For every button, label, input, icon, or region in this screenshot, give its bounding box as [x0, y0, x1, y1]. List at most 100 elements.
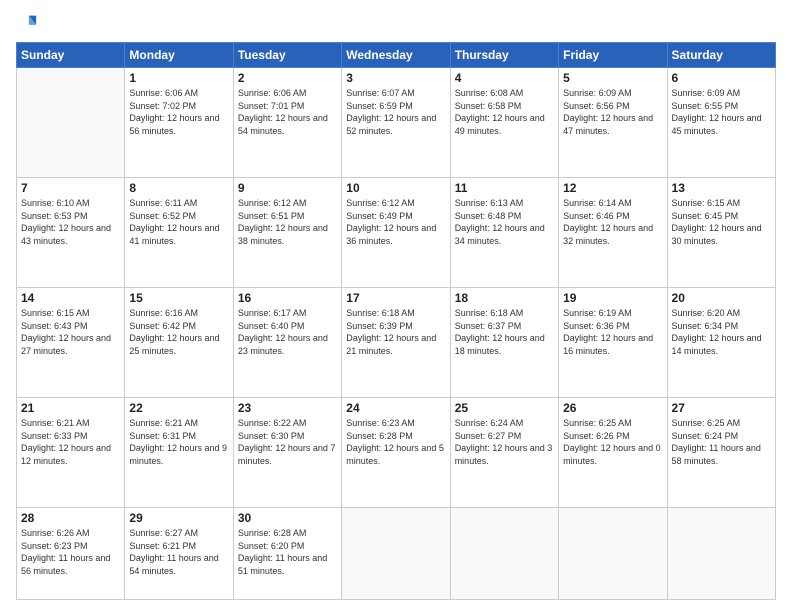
day-number: 1: [129, 71, 228, 85]
calendar-cell: 30 Sunrise: 6:28 AMSunset: 6:20 PMDayligh…: [233, 508, 341, 600]
day-number: 19: [563, 291, 662, 305]
calendar-week-row: 1 Sunrise: 6:06 AMSunset: 7:02 PMDaylight…: [17, 68, 776, 178]
day-info: Sunrise: 6:10 AMSunset: 6:53 PMDaylight:…: [21, 197, 120, 247]
day-info: Sunrise: 6:12 AMSunset: 6:51 PMDaylight:…: [238, 197, 337, 247]
day-info: Sunrise: 6:06 AMSunset: 7:02 PMDaylight:…: [129, 87, 228, 137]
calendar-cell: [667, 508, 775, 600]
day-info: Sunrise: 6:06 AMSunset: 7:01 PMDaylight:…: [238, 87, 337, 137]
day-number: 21: [21, 401, 120, 415]
day-info: Sunrise: 6:20 AMSunset: 6:34 PMDaylight:…: [672, 307, 771, 357]
day-number: 26: [563, 401, 662, 415]
weekday-header: Saturday: [667, 43, 775, 68]
calendar-table: SundayMondayTuesdayWednesdayThursdayFrid…: [16, 42, 776, 600]
calendar-cell: 5 Sunrise: 6:09 AMSunset: 6:56 PMDaylight…: [559, 68, 667, 178]
day-info: Sunrise: 6:22 AMSunset: 6:30 PMDaylight:…: [238, 417, 337, 467]
calendar-cell: 4Sunrise: 6:08 AMSunset: 6:58 PMDaylight…: [450, 68, 558, 178]
day-info: Sunrise: 6:28 AMSunset: 6:20 PMDaylight:…: [238, 527, 337, 577]
calendar-cell: 1 Sunrise: 6:06 AMSunset: 7:02 PMDaylight…: [125, 68, 233, 178]
day-info: Sunrise: 6:15 AMSunset: 6:45 PMDaylight:…: [672, 197, 771, 247]
weekday-header: Thursday: [450, 43, 558, 68]
calendar-cell: 14 Sunrise: 6:15 AMSunset: 6:43 PMDayligh…: [17, 288, 125, 398]
day-info: Sunrise: 6:21 AMSunset: 6:31 PMDaylight:…: [129, 417, 228, 467]
day-info: Sunrise: 6:14 AMSunset: 6:46 PMDaylight:…: [563, 197, 662, 247]
weekday-header: Tuesday: [233, 43, 341, 68]
day-number: 9: [238, 181, 337, 195]
day-number: 6: [672, 71, 771, 85]
calendar-week-row: 14 Sunrise: 6:15 AMSunset: 6:43 PMDayligh…: [17, 288, 776, 398]
day-info: Sunrise: 6:09 AMSunset: 6:55 PMDaylight:…: [672, 87, 771, 137]
day-info: Sunrise: 6:24 AMSunset: 6:27 PMDaylight:…: [455, 417, 554, 467]
day-number: 28: [21, 511, 120, 525]
day-number: 22: [129, 401, 228, 415]
day-info: Sunrise: 6:07 AMSunset: 6:59 PMDaylight:…: [346, 87, 445, 137]
calendar-cell: 11 Sunrise: 6:13 AMSunset: 6:48 PMDayligh…: [450, 178, 558, 288]
day-info: Sunrise: 6:12 AMSunset: 6:49 PMDaylight:…: [346, 197, 445, 247]
day-info: Sunrise: 6:25 AMSunset: 6:24 PMDaylight:…: [672, 417, 771, 467]
calendar-cell: 20 Sunrise: 6:20 AMSunset: 6:34 PMDayligh…: [667, 288, 775, 398]
calendar-cell: 28 Sunrise: 6:26 AMSunset: 6:23 PMDayligh…: [17, 508, 125, 600]
day-number: 3: [346, 71, 445, 85]
calendar-cell: 19 Sunrise: 6:19 AMSunset: 6:36 PMDayligh…: [559, 288, 667, 398]
day-info: Sunrise: 6:11 AMSunset: 6:52 PMDaylight:…: [129, 197, 228, 247]
day-number: 5: [563, 71, 662, 85]
calendar-cell: 16 Sunrise: 6:17 AMSunset: 6:40 PMDayligh…: [233, 288, 341, 398]
calendar-cell: 9 Sunrise: 6:12 AMSunset: 6:51 PMDaylight…: [233, 178, 341, 288]
day-info: Sunrise: 6:09 AMSunset: 6:56 PMDaylight:…: [563, 87, 662, 137]
weekday-header: Friday: [559, 43, 667, 68]
day-info: Sunrise: 6:15 AMSunset: 6:43 PMDaylight:…: [21, 307, 120, 357]
day-number: 11: [455, 181, 554, 195]
weekday-header: Wednesday: [342, 43, 450, 68]
day-number: 27: [672, 401, 771, 415]
day-info: Sunrise: 6:23 AMSunset: 6:28 PMDaylight:…: [346, 417, 445, 467]
day-info: Sunrise: 6:26 AMSunset: 6:23 PMDaylight:…: [21, 527, 120, 577]
calendar-cell: 25 Sunrise: 6:24 AMSunset: 6:27 PMDayligh…: [450, 398, 558, 508]
calendar-cell: 21 Sunrise: 6:21 AMSunset: 6:33 PMDayligh…: [17, 398, 125, 508]
day-number: 7: [21, 181, 120, 195]
calendar-cell: 27 Sunrise: 6:25 AMSunset: 6:24 PMDayligh…: [667, 398, 775, 508]
calendar-week-row: 28 Sunrise: 6:26 AMSunset: 6:23 PMDayligh…: [17, 508, 776, 600]
day-info: Sunrise: 6:18 AMSunset: 6:39 PMDaylight:…: [346, 307, 445, 357]
day-number: 8: [129, 181, 228, 195]
calendar-cell: 29Sunrise: 6:27 AMSunset: 6:21 PMDayligh…: [125, 508, 233, 600]
day-number: 15: [129, 291, 228, 305]
calendar-cell: [342, 508, 450, 600]
calendar-cell: 24Sunrise: 6:23 AMSunset: 6:28 PMDayligh…: [342, 398, 450, 508]
calendar-cell: [17, 68, 125, 178]
day-number: 30: [238, 511, 337, 525]
day-info: Sunrise: 6:21 AMSunset: 6:33 PMDaylight:…: [21, 417, 120, 467]
calendar-cell: 18Sunrise: 6:18 AMSunset: 6:37 PMDayligh…: [450, 288, 558, 398]
day-number: 25: [455, 401, 554, 415]
day-info: Sunrise: 6:08 AMSunset: 6:58 PMDaylight:…: [455, 87, 554, 137]
calendar-cell: 12 Sunrise: 6:14 AMSunset: 6:46 PMDayligh…: [559, 178, 667, 288]
calendar-cell: 10 Sunrise: 6:12 AMSunset: 6:49 PMDayligh…: [342, 178, 450, 288]
calendar-cell: 3 Sunrise: 6:07 AMSunset: 6:59 PMDaylight…: [342, 68, 450, 178]
day-info: Sunrise: 6:13 AMSunset: 6:48 PMDaylight:…: [455, 197, 554, 247]
calendar-cell: 17Sunrise: 6:18 AMSunset: 6:39 PMDayligh…: [342, 288, 450, 398]
day-number: 29: [129, 511, 228, 525]
logo: [16, 12, 42, 34]
day-number: 20: [672, 291, 771, 305]
calendar-header-row: SundayMondayTuesdayWednesdayThursdayFrid…: [17, 43, 776, 68]
day-number: 14: [21, 291, 120, 305]
calendar-cell: 8 Sunrise: 6:11 AMSunset: 6:52 PMDaylight…: [125, 178, 233, 288]
day-number: 2: [238, 71, 337, 85]
day-info: Sunrise: 6:19 AMSunset: 6:36 PMDaylight:…: [563, 307, 662, 357]
calendar-cell: 2 Sunrise: 6:06 AMSunset: 7:01 PMDaylight…: [233, 68, 341, 178]
day-info: Sunrise: 6:25 AMSunset: 6:26 PMDaylight:…: [563, 417, 662, 467]
calendar-cell: 26 Sunrise: 6:25 AMSunset: 6:26 PMDayligh…: [559, 398, 667, 508]
day-number: 13: [672, 181, 771, 195]
weekday-header: Sunday: [17, 43, 125, 68]
day-number: 16: [238, 291, 337, 305]
calendar-cell: 15 Sunrise: 6:16 AMSunset: 6:42 PMDayligh…: [125, 288, 233, 398]
day-number: 12: [563, 181, 662, 195]
weekday-header: Monday: [125, 43, 233, 68]
header: [16, 12, 776, 34]
calendar-cell: 22 Sunrise: 6:21 AMSunset: 6:31 PMDayligh…: [125, 398, 233, 508]
day-number: 18: [455, 291, 554, 305]
calendar-week-row: 21 Sunrise: 6:21 AMSunset: 6:33 PMDayligh…: [17, 398, 776, 508]
day-info: Sunrise: 6:16 AMSunset: 6:42 PMDaylight:…: [129, 307, 228, 357]
day-number: 10: [346, 181, 445, 195]
page: SundayMondayTuesdayWednesdayThursdayFrid…: [0, 0, 792, 612]
day-info: Sunrise: 6:17 AMSunset: 6:40 PMDaylight:…: [238, 307, 337, 357]
calendar-cell: 7 Sunrise: 6:10 AMSunset: 6:53 PMDaylight…: [17, 178, 125, 288]
